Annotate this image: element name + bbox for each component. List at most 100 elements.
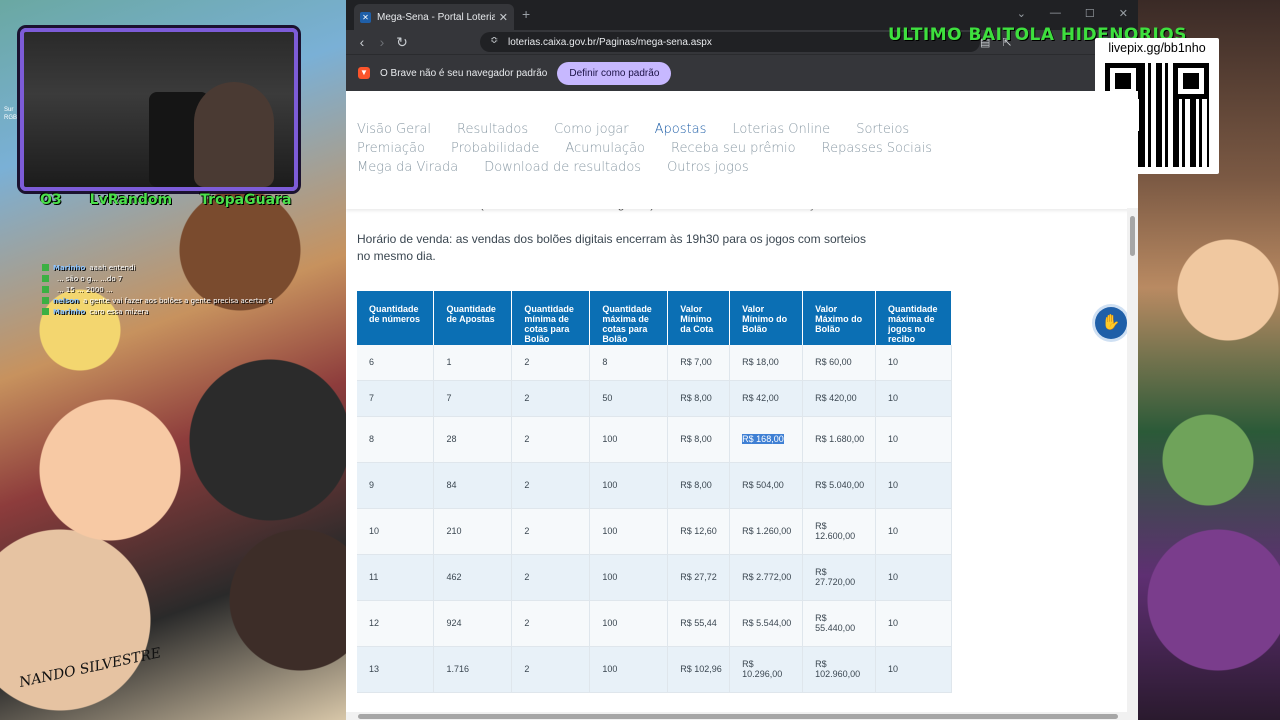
nav-link-premiacao[interactable]: Premiação <box>357 140 425 157</box>
table-cell: R$ 12.600,00 <box>802 508 877 555</box>
table-cell: 210 <box>433 508 513 555</box>
chat-text: caro essa mizera <box>89 307 149 316</box>
nav-link-sorteios[interactable]: Sorteios <box>856 121 909 138</box>
column-header: Quantidade de Apostas <box>433 291 513 345</box>
chat-badge-icon <box>42 275 49 282</box>
stream-names: O3 LvRandom TropaGuara <box>40 192 291 208</box>
minimize-icon[interactable]: — <box>1050 7 1061 20</box>
chat-badge-icon <box>42 308 49 315</box>
table-cell: 9 <box>357 462 435 509</box>
chevron-down-icon[interactable]: ⌄ <box>1017 7 1026 20</box>
vertical-scrollbar[interactable] <box>1127 208 1138 720</box>
table-cell: 2 <box>511 345 591 381</box>
browser-tab[interactable]: ✕ Mega-Sena - Portal Loterias | CAIXA ✕ <box>354 4 514 30</box>
table-row: 6 1 2 8 R$ 7,00 R$ 18,00 R$ 60,00 10 <box>357 345 952 381</box>
horizontal-scrollbar[interactable] <box>346 712 1138 720</box>
table-cell: 10 <box>875 380 952 417</box>
chat-badge-icon <box>42 264 49 271</box>
site-settings-icon[interactable]: ≎ <box>490 35 498 46</box>
chat-badge-icon <box>42 286 49 293</box>
table-header-row: Quantidade de números Quantidade de Apos… <box>357 291 952 345</box>
chat-overlay: Marinho aaah entendi ... são o g... ...d… <box>42 262 282 317</box>
nav-link-probabilidade[interactable]: Probabilidade <box>451 140 539 157</box>
table-cell: R$ 504,00 <box>729 462 804 509</box>
nav-link-repasses-sociais[interactable]: Repasses Sociais <box>822 140 932 157</box>
nav-link-visao-geral[interactable]: Visão Geral <box>357 121 431 138</box>
table-cell: 10 <box>875 345 952 381</box>
default-browser-infobar: ▼ O Brave não é seu navegador padrão Def… <box>346 54 1138 91</box>
set-default-button[interactable]: Definir como padrão <box>557 61 672 85</box>
nav-link-apostas[interactable]: Apostas <box>655 121 707 138</box>
forward-arrow-icon[interactable]: › <box>372 34 392 50</box>
window-controls: ⌄ — ☐ ✕ <box>1017 7 1128 20</box>
nav-link-acumulacao[interactable]: Acumulação <box>565 140 645 157</box>
table-cell: R$ 27.720,00 <box>802 554 877 601</box>
table-cell: 84 <box>433 462 513 509</box>
chat-line: nelson a gente vai fazer aos bolões a ge… <box>42 295 282 306</box>
table-cell: R$ 7,00 <box>667 345 731 381</box>
scrollbar-thumb[interactable] <box>1130 216 1135 256</box>
table-cell: 6 <box>357 345 435 381</box>
table-cell: 28 <box>433 416 513 463</box>
chat-text: aaah entendi <box>89 263 136 272</box>
table-cell: 2 <box>511 508 591 555</box>
column-header: Valor Mínimo do Bolão <box>729 291 804 345</box>
table-row: 9 84 2 100 R$ 8,00 R$ 504,00 R$ 5.040,00 10 <box>357 462 952 509</box>
column-header: Quantidade máxima de cotas para Bolão <box>589 291 669 345</box>
table-cell: 2 <box>511 600 591 647</box>
table-body: 6 1 2 8 R$ 7,00 R$ 18,00 R$ 60,00 10 7 7 2 50 R$ 8,0… <box>357 345 952 693</box>
table-cell: 924 <box>433 600 513 647</box>
tab-title: Mega-Sena - Portal Loterias | CAIXA <box>377 11 495 23</box>
scrollbar-thumb[interactable] <box>358 714 1118 719</box>
table-cell: 12 <box>357 600 435 647</box>
chat-line: Marinho aaah entendi <box>42 262 282 273</box>
table-cell: 100 <box>589 416 669 463</box>
nav-link-mega-da-virada[interactable]: Mega da Virada <box>357 159 458 176</box>
close-window-icon[interactable]: ✕ <box>1119 7 1128 20</box>
nav-link-resultados[interactable]: Resultados <box>457 121 528 138</box>
table-cell: R$ 5.040,00 <box>802 462 877 509</box>
nav-link-como-jogar[interactable]: Como jogar <box>554 121 628 138</box>
column-header: Quantidade máxima de jogos no recibo <box>875 291 952 345</box>
table-cell: R$ 55,44 <box>667 600 731 647</box>
table-cell: R$ 18,00 <box>729 345 804 381</box>
column-header: Valor Mínimo da Cota <box>667 291 731 345</box>
reload-icon[interactable]: ↻ <box>392 34 412 51</box>
sales-hours-text: Horário de venda: as vendas dos bolões d… <box>357 232 866 263</box>
brave-lion-icon: ▼ <box>358 67 370 79</box>
web-page: Visão Geral Resultados Como jogar Aposta… <box>346 91 1138 720</box>
table-cell: R$ 12,60 <box>667 508 731 555</box>
table-cell: 10 <box>875 462 952 509</box>
table-cell: 7 <box>357 380 435 417</box>
new-tab-icon[interactable]: + <box>522 6 530 22</box>
table-cell: 11 <box>357 554 435 601</box>
table-cell: R$ 1.680,00 <box>802 416 877 463</box>
chat-line: ... 15 ... 2000 ... <box>42 284 282 295</box>
nav-link-loterias-online[interactable]: Loterias Online <box>732 121 830 138</box>
chat-text: ... são o g... ...do 7 <box>57 274 123 283</box>
maximize-icon[interactable]: ☐ <box>1085 7 1095 20</box>
livepix-url: livepix.gg/bb1nho <box>1108 41 1206 55</box>
back-arrow-icon[interactable]: ‹ <box>352 34 372 50</box>
chat-line: Marinho caro essa mizera <box>42 306 282 317</box>
table-cell: 1 <box>433 345 513 381</box>
table-cell: 2 <box>511 554 591 601</box>
chat-user: Marinho <box>53 307 86 316</box>
table-cell: 100 <box>589 600 669 647</box>
table-cell: 2 <box>511 380 591 417</box>
nav-link-outros-jogos[interactable]: Outros jogos <box>667 159 749 176</box>
stream-name: LvRandom <box>89 192 173 208</box>
stream-overlay-left: Sur RGB O3 LvRandom TropaGuara Marinho a… <box>0 0 346 720</box>
nav-link-download-resultados[interactable]: Download de resultados <box>484 159 641 176</box>
table-cell: R$ 2.772,00 <box>729 554 804 601</box>
bolao-table-wrapper: Quantidade de números Quantidade de Apos… <box>357 291 952 693</box>
close-tab-icon[interactable]: ✕ <box>499 11 508 24</box>
nav-link-receba-premio[interactable]: Receba seu prêmio <box>671 140 796 157</box>
table-cell: R$ 420,00 <box>802 380 877 417</box>
table-cell: 50 <box>589 380 669 417</box>
table-row: 13 1.716 2 100 R$ 102,96 R$ 10.296,00 R$ 102.9… <box>357 646 952 693</box>
table-cell: 7 <box>433 380 513 417</box>
accessibility-hand-icon[interactable]: ✋ <box>1095 307 1127 339</box>
artist-signature: NANDO SILVESTRE <box>17 645 163 691</box>
table-cell: R$ 42,00 <box>729 380 804 417</box>
